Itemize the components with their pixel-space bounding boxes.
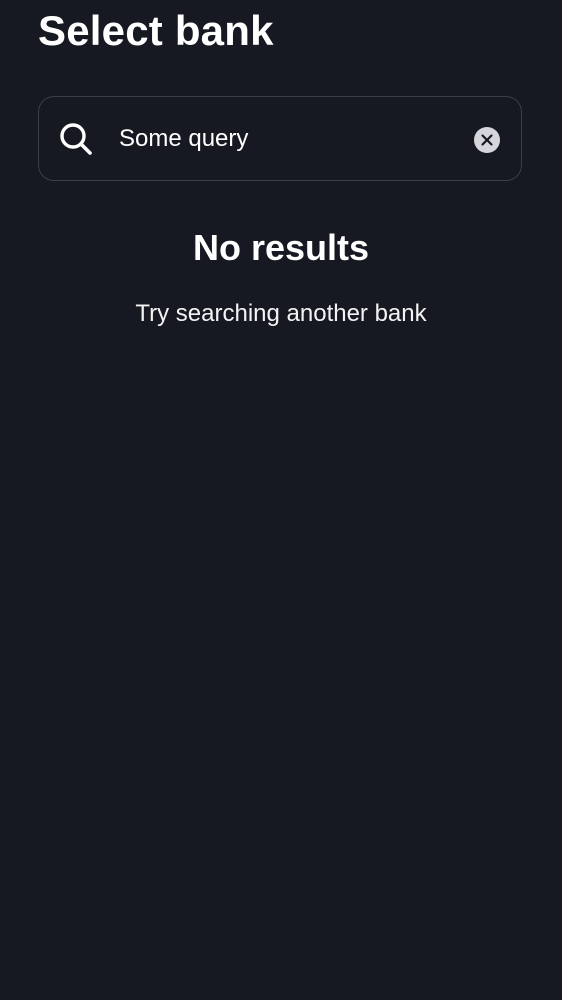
no-results-title: No results [192, 227, 370, 268]
clear-circle-icon [473, 126, 501, 154]
search-box[interactable] [38, 96, 522, 181]
no-results-subtitle: Try searching another bank [135, 300, 427, 327]
clear-search-button[interactable] [473, 126, 501, 154]
page-title: Select bank [38, 7, 274, 54]
search-icon [59, 122, 93, 156]
search-input[interactable] [119, 119, 449, 159]
